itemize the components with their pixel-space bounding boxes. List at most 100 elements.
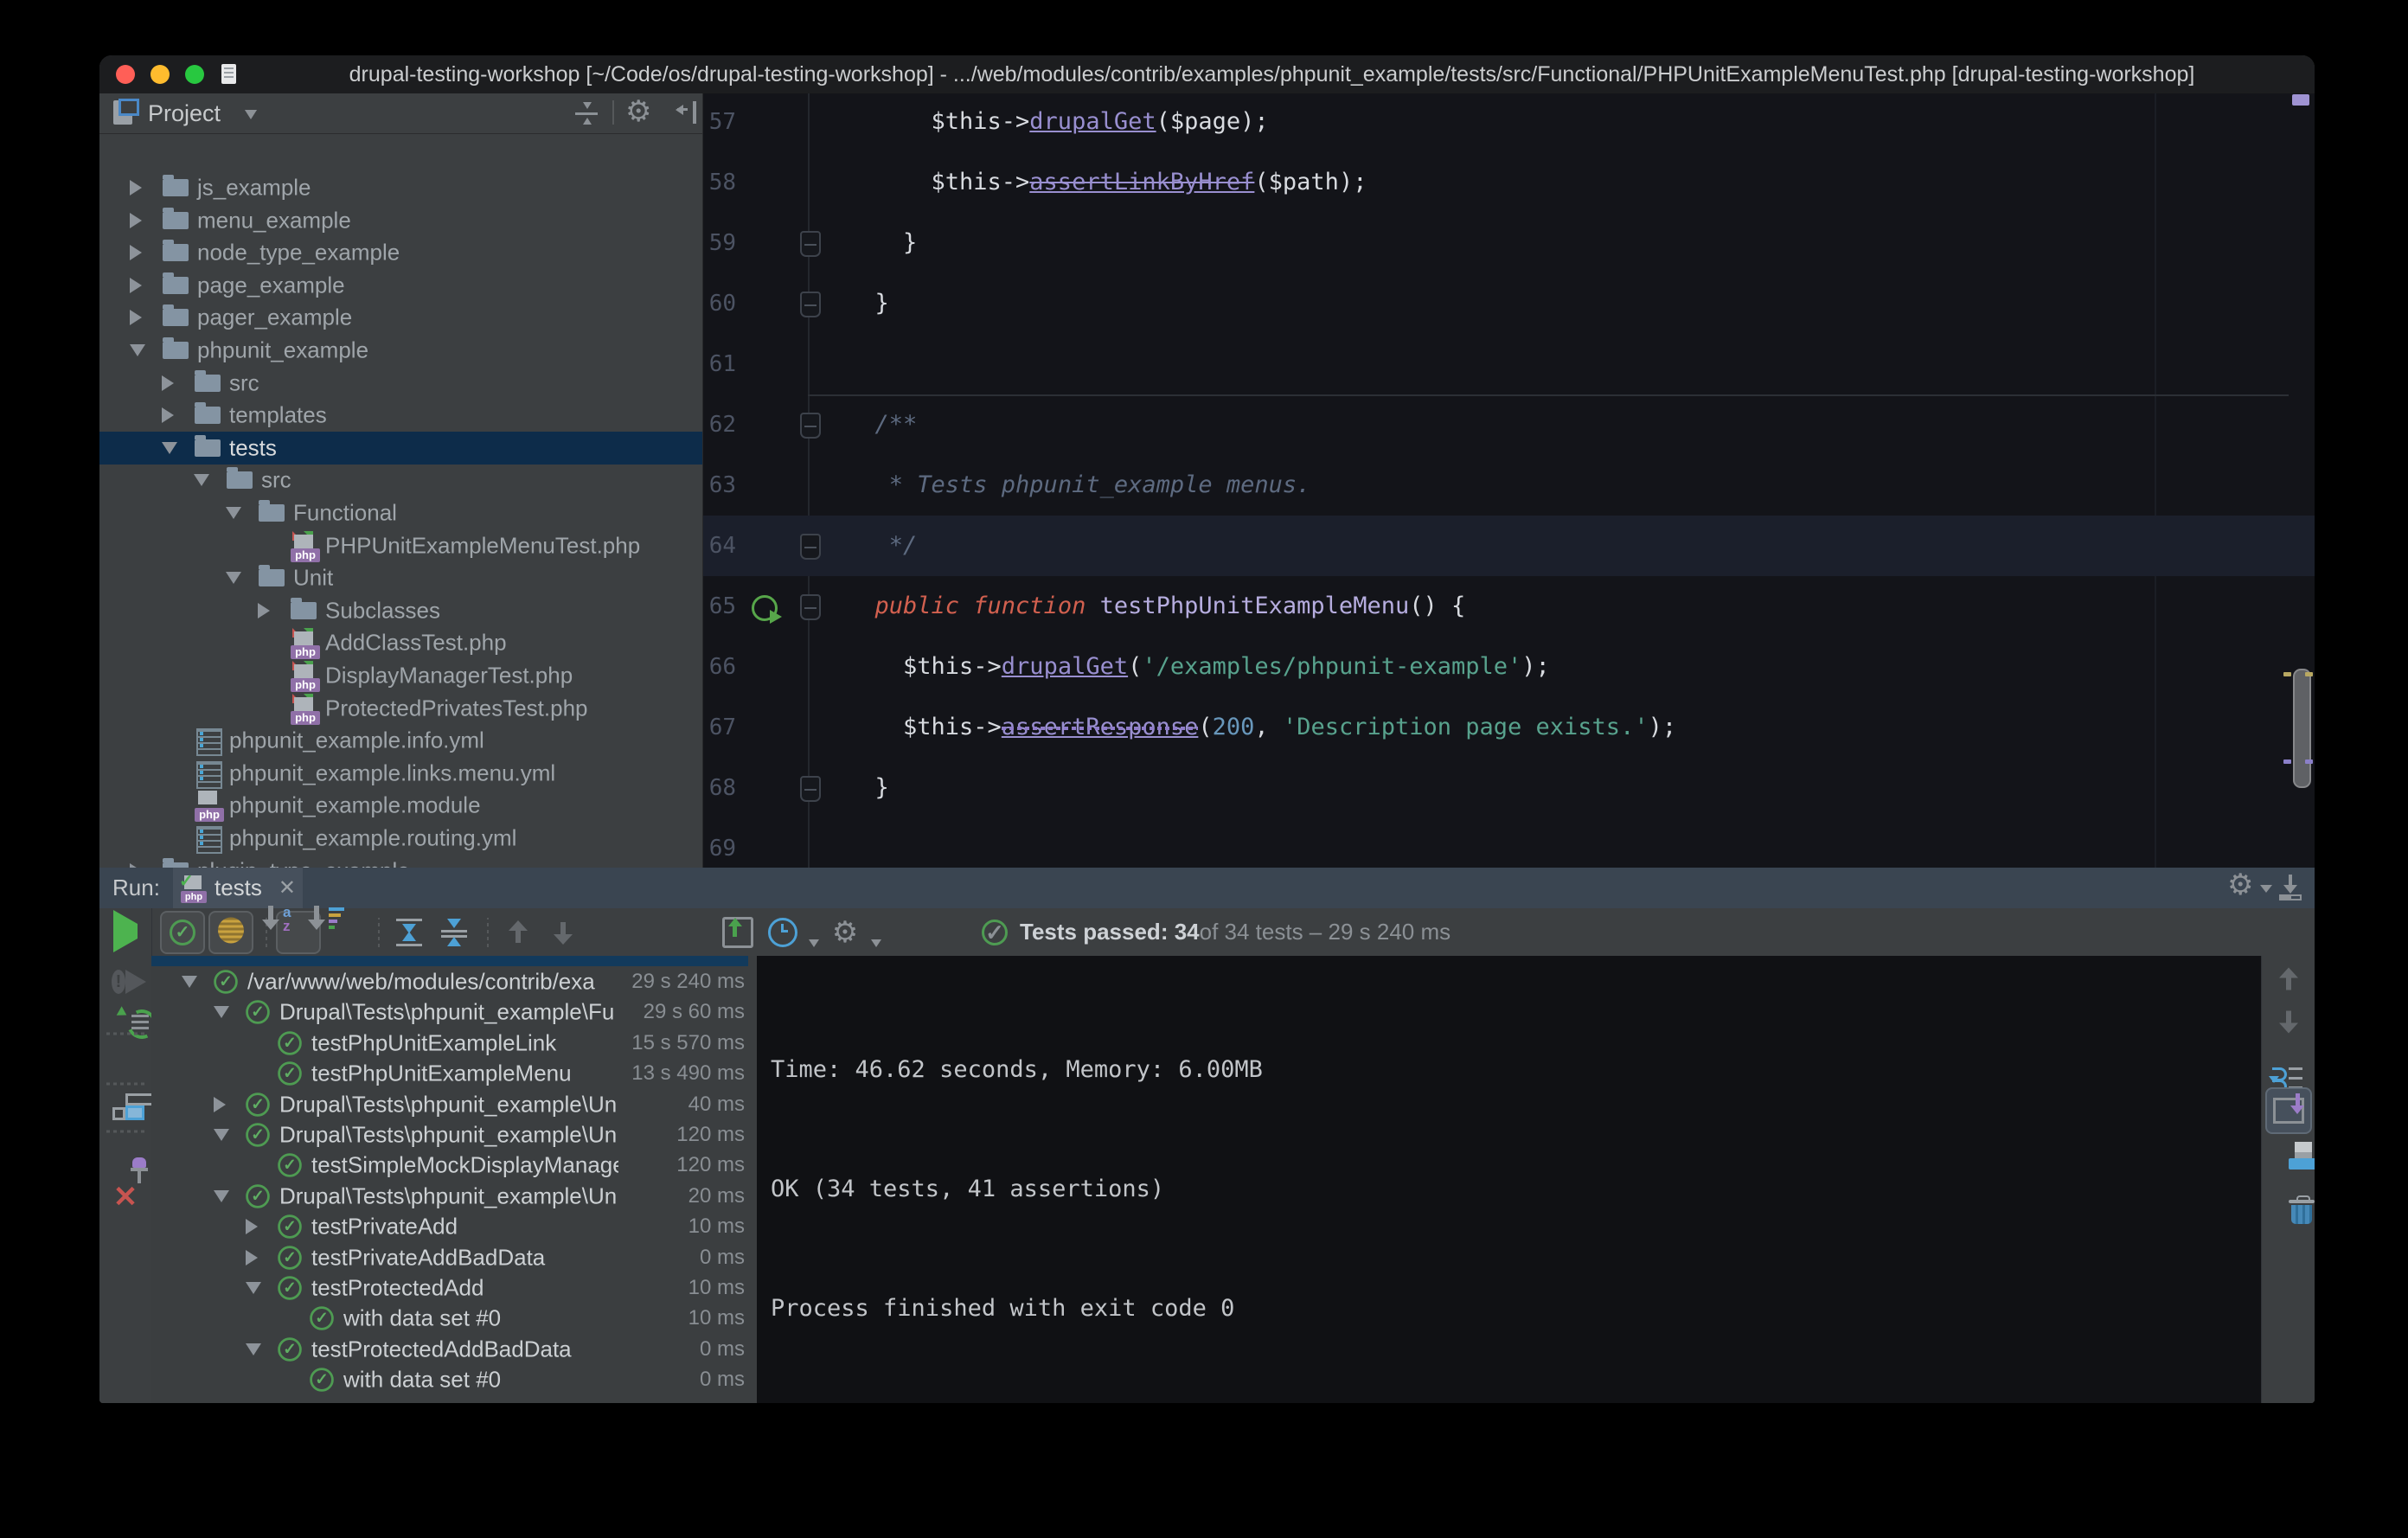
tree-item-phpunit-example-info-yml[interactable]: phpunit_example.info.yml (99, 724, 702, 757)
tree-item-plugin-type-example[interactable]: plugin_type_example (99, 855, 702, 868)
tree-item-unit[interactable]: Unit (99, 561, 702, 594)
test-row-drupal-tests-phpunit-example-unit-a[interactable]: ✓ Drupal\Tests\phpunit_example\Unit\A 40 m… (151, 1089, 757, 1120)
close-button[interactable]: ✕ (113, 1182, 138, 1212)
fold-marker-icon[interactable] (800, 776, 821, 802)
chevron-down-icon[interactable] (246, 1343, 261, 1355)
code-line-62[interactable]: /** (875, 394, 918, 455)
show-ignored-button[interactable] (208, 910, 253, 954)
chevron-right-icon[interactable] (162, 407, 174, 424)
sort-duration-button[interactable] (308, 905, 366, 952)
arrow-down-button[interactable] (542, 913, 584, 952)
close-window-button[interactable] (116, 65, 135, 84)
arrow-up-button[interactable] (2277, 967, 2300, 996)
code-line-59[interactable]: } (903, 213, 917, 273)
test-row-drupal-tests-phpunit-example-fu[interactable]: ✓ Drupal\Tests\phpunit_example\Fu 29 s 60 … (151, 996, 757, 1028)
tree-item-phpunit-example-module[interactable]: php phpunit_example.module (99, 789, 702, 823)
minimize-window-button[interactable] (150, 65, 170, 84)
code-line-58[interactable]: $this->assertLinkByHref($path); (932, 152, 1367, 213)
settle-arrows-icon[interactable] (575, 102, 598, 125)
code-line-63[interactable]: * Tests phpunit_example menus. (889, 455, 1311, 516)
chevron-right-icon[interactable] (258, 602, 270, 618)
code-line-64[interactable]: */ (889, 516, 918, 576)
tree-item-templates[interactable]: templates (99, 399, 702, 432)
collapse-all-button[interactable] (433, 913, 475, 952)
run-test-gutter-icon[interactable] (752, 595, 782, 624)
test-row-testphpunitexamplelink[interactable]: ✓ testPhpUnitExampleLink 15 s 570 ms (151, 1028, 757, 1059)
test-row-testprivateadd[interactable]: ✓ testPrivateAdd 10 ms (151, 1211, 757, 1242)
tree-item-node-type-example[interactable]: node_type_example (99, 236, 702, 269)
chevron-right-icon[interactable] (130, 310, 142, 326)
chevron-down-icon[interactable] (226, 572, 241, 585)
run-tab-tests[interactable]: php ✓ tests ✕ (173, 868, 303, 908)
tree-item-phpunit-example[interactable]: phpunit_example (99, 334, 702, 367)
code-line-68[interactable]: } (875, 758, 889, 818)
test-row-testphpunitexamplemenu[interactable]: ✓ testPhpUnitExampleMenu 13 s 490 ms (151, 1058, 757, 1089)
hide-panel-icon[interactable] (676, 101, 696, 124)
tree-item-phpunit-example-links-menu-yml[interactable]: phpunit_example.links.menu.yml (99, 757, 702, 790)
tree-item-src[interactable]: src (99, 464, 702, 497)
test-row-testsimplemockdisplaymanager[interactable]: ✓ testSimpleMockDisplayManager 120 ms (151, 1150, 757, 1181)
chevron-right-icon[interactable] (246, 1249, 258, 1266)
chevron-down-icon[interactable] (226, 507, 241, 519)
chevron-right-icon[interactable] (214, 1096, 226, 1112)
tree-item-pager-example[interactable]: pager_example (99, 301, 702, 334)
test-row-drupal-tests-phpunit-example-unit-d[interactable]: ✓ Drupal\Tests\phpunit_example\Unit\D 120 … (151, 1119, 757, 1150)
arrow-down-button[interactable] (2277, 1009, 2300, 1038)
tree-item-src[interactable]: src (99, 367, 702, 400)
inspections-indicator[interactable] (2292, 94, 2309, 106)
tree-item-js-example[interactable]: js_example (99, 171, 702, 204)
chevron-down-icon[interactable] (246, 1282, 261, 1294)
test-row-testprotectedaddbaddata[interactable]: ✓ testProtectedAddBadData 0 ms (151, 1334, 757, 1365)
expand-all-button[interactable] (388, 913, 430, 952)
test-row-with-data-set-0[interactable]: ✓ with data set #0 10 ms (151, 1303, 757, 1334)
code-line-60[interactable]: } (875, 273, 889, 334)
gear-icon[interactable]: ⚙ (625, 97, 651, 126)
code-line-67[interactable]: $this->assertResponse(200, 'Description … (903, 697, 1676, 758)
fold-marker-icon[interactable] (800, 594, 821, 620)
chevron-right-icon[interactable] (246, 1219, 258, 1235)
chevron-down-icon[interactable] (214, 1129, 229, 1141)
zoom-window-button[interactable] (185, 65, 204, 84)
chevron-right-icon[interactable] (130, 180, 142, 195)
chevron-down-icon[interactable] (182, 976, 197, 988)
test-history-button[interactable] (762, 913, 804, 952)
code-line-66[interactable]: $this->drupalGet('/examples/phpunit-exam… (903, 637, 1550, 697)
fold-marker-icon[interactable] (800, 413, 821, 439)
chevron-right-icon[interactable] (162, 375, 174, 391)
test-row-with-data-set-0[interactable]: ✓ with data set #0 0 ms (151, 1364, 757, 1395)
tree-item-displaymanagertest-php[interactable]: php DisplayManagerTest.php (99, 659, 702, 692)
tree-item-subclasses[interactable]: Subclasses (99, 594, 702, 627)
tree-item-menu-example[interactable]: menu_example (99, 204, 702, 237)
tree-item-tests[interactable]: tests (99, 431, 702, 465)
test-row-drupal-tests-phpunit-example-unit-p[interactable]: ✓ Drupal\Tests\phpunit_example\Unit\P 20 m… (151, 1181, 757, 1212)
chevron-right-icon[interactable] (130, 277, 142, 293)
code-line-57[interactable]: $this->drupalGet($page); (932, 93, 1269, 152)
chevron-right-icon[interactable] (130, 245, 142, 261)
fold-marker-icon[interactable] (800, 534, 821, 560)
tree-item-phpunit-example-routing-yml[interactable]: phpunit_example.routing.yml (99, 822, 702, 855)
tree-item-addclasstest-php[interactable]: php AddClassTest.php (99, 626, 702, 660)
chevron-right-icon[interactable] (130, 212, 142, 228)
project-panel-title[interactable]: Project (148, 93, 221, 133)
info-stripe-mark[interactable] (2283, 759, 2291, 764)
scroll-end-button[interactable] (2265, 1087, 2312, 1134)
fold-marker-icon[interactable] (800, 292, 821, 317)
import-tests-button[interactable] (717, 913, 759, 952)
test-row-testprivateaddbaddata[interactable]: ✓ testPrivateAddBadData 0 ms (151, 1242, 757, 1273)
tree-item-protectedprivatestest-php[interactable]: php ProtectedPrivatesTest.php (99, 692, 702, 725)
code-editor[interactable]: 57 58 59 60 61 62 63 64 65 66 67 68 69 $this->drupal… (703, 93, 2315, 868)
chevron-down-icon[interactable] (130, 344, 145, 356)
test-console-output[interactable]: Time: 46.62 seconds, Memory: 6.00MB OK (3… (757, 956, 2261, 1403)
close-tab-icon[interactable]: ✕ (279, 868, 296, 908)
tree-item-page-example[interactable]: page_example (99, 269, 702, 302)
code-line-65[interactable]: public function testPhpUnitExampleMenu()… (875, 576, 1466, 637)
fold-marker-icon[interactable] (800, 231, 821, 257)
tree-item-phpunitexamplemenutest-php[interactable]: php PHPUnitExampleMenuTest.php (99, 529, 702, 562)
chevron-down-icon[interactable] (162, 441, 177, 454)
test-row-testprotectedadd[interactable]: ✓ testProtectedAdd 10 ms (151, 1272, 757, 1304)
arrow-up-button[interactable] (497, 913, 539, 952)
show-passed-button[interactable]: ✓ (160, 910, 205, 954)
info-stripe-mark[interactable] (2305, 759, 2313, 764)
editor-scrollbar-thumb[interactable] (2293, 669, 2311, 788)
rerun-button[interactable] (113, 910, 138, 952)
